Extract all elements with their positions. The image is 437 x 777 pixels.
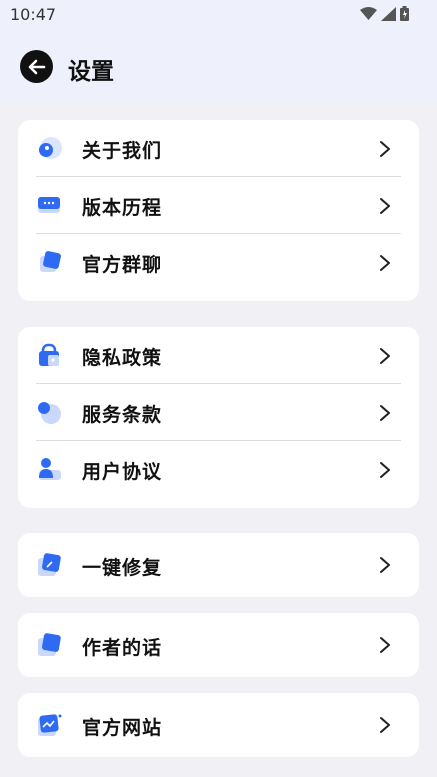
row-terms-of-service[interactable]: 服务条款 — [18, 384, 419, 441]
privacy-icon — [39, 343, 59, 366]
settings-group-website: 官方网站 — [18, 693, 419, 757]
row-label: 官方群聊 — [82, 254, 163, 276]
website-icon — [38, 714, 62, 736]
group-chat-icon — [40, 251, 61, 272]
status-time: 10:47 — [10, 5, 57, 24]
chevron-right-icon — [380, 348, 390, 364]
settings-group-about: 关于我们 版本历程 官方群聊 — [18, 120, 419, 301]
row-one-click-repair[interactable]: 一键修复 — [18, 533, 419, 597]
version-icon — [38, 197, 60, 213]
back-arrow-icon — [28, 59, 45, 74]
row-label: 作者的话 — [82, 637, 163, 659]
row-version-history[interactable]: 版本历程 — [18, 177, 419, 234]
row-user-agreement[interactable]: 用户协议 — [18, 441, 419, 498]
row-privacy-policy[interactable]: 隐私政策 — [18, 327, 419, 384]
user-agreement-icon — [39, 458, 61, 480]
chevron-right-icon — [380, 557, 390, 573]
status-bar: 10:47 — [0, 0, 437, 30]
chevron-right-icon — [380, 717, 390, 733]
status-icons — [360, 6, 409, 21]
row-label: 用户协议 — [82, 461, 163, 483]
row-official-website[interactable]: 官方网站 — [18, 693, 419, 757]
chevron-right-icon — [380, 141, 390, 157]
back-button[interactable] — [20, 50, 53, 83]
row-label: 关于我们 — [82, 140, 163, 162]
chevron-right-icon — [380, 405, 390, 421]
row-label: 隐私政策 — [82, 347, 163, 369]
about-icon — [39, 137, 62, 159]
battery-icon — [400, 6, 409, 21]
row-label: 版本历程 — [82, 197, 163, 219]
repair-icon — [38, 553, 61, 576]
terms-icon — [38, 402, 61, 424]
row-label: 服务条款 — [82, 404, 163, 426]
signal-icon — [381, 6, 396, 21]
settings-group-author: 作者的话 — [18, 613, 419, 677]
app-bar: 设置 — [0, 30, 437, 102]
row-label: 一键修复 — [82, 557, 163, 579]
wifi-icon — [360, 6, 377, 20]
row-label: 官方网站 — [82, 717, 163, 739]
row-about-us[interactable]: 关于我们 — [18, 120, 419, 177]
page-title: 设置 — [68, 59, 114, 85]
chevron-right-icon — [380, 255, 390, 271]
settings-group-legal: 隐私政策 服务条款 用户协议 — [18, 327, 419, 508]
author-note-icon — [38, 633, 61, 656]
row-author-note[interactable]: 作者的话 — [18, 613, 419, 677]
chevron-right-icon — [380, 637, 390, 653]
row-official-group[interactable]: 官方群聊 — [18, 234, 419, 291]
chevron-right-icon — [380, 462, 390, 478]
chevron-right-icon — [380, 198, 390, 214]
settings-group-repair: 一键修复 — [18, 533, 419, 597]
